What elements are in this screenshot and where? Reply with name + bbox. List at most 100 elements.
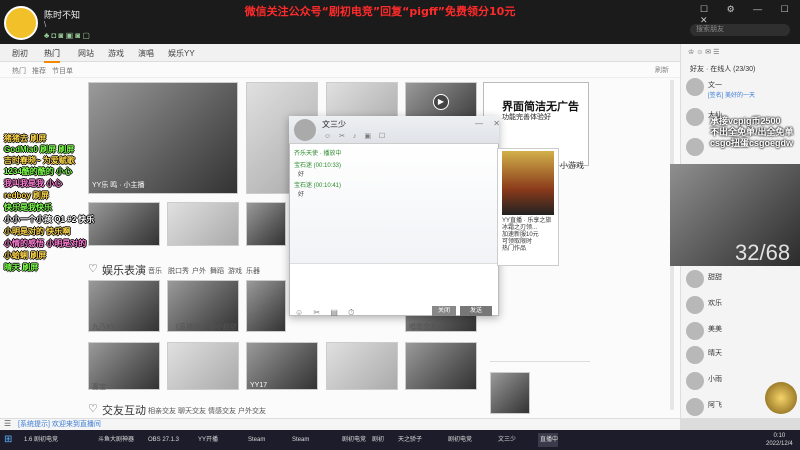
chat-close-button[interactable]: 关闭 (432, 306, 456, 316)
friend-name[interactable]: 美美 (708, 324, 722, 334)
overlay-chat-line: redboy 刷屏 (4, 191, 49, 200)
taskbar-item[interactable]: 剧初电竞 (340, 433, 366, 447)
friend-name[interactable]: 欢乐 (708, 298, 722, 308)
chat-message-meta: 齐乐天使 · 播放中 (294, 151, 342, 157)
live-thumbnail[interactable] (246, 280, 286, 332)
taskbar-item[interactable]: 斗鱼大剧神器 (96, 433, 134, 447)
side-tabs (490, 350, 590, 362)
friend-avatar[interactable] (686, 296, 704, 314)
category-link[interactable]: 游戏 (228, 266, 242, 276)
menu-icon[interactable]: ☰ (4, 419, 11, 428)
taskbar-item[interactable]: 剧初电竞 (446, 433, 472, 447)
overlay-chat-line: 小小一个小孩 Q1 #2 快乐 (4, 215, 95, 224)
category-link[interactable]: 户外 (192, 266, 206, 276)
live-thumbnail[interactable] (167, 342, 239, 390)
start-icon[interactable]: ⊞ (4, 433, 18, 447)
friend-avatar[interactable] (686, 270, 704, 288)
game-line: 冰霜之刃领... (502, 225, 538, 231)
chat-toolbar-icons[interactable]: ☺ ✂ ♪ ▣ ☐ (324, 132, 388, 140)
friend-avatar[interactable] (686, 346, 704, 364)
clock-time: 0:10 (773, 433, 786, 439)
thumbnail-caption: YY17 (250, 382, 268, 389)
chat-input-tools[interactable]: ☺ ✂ ▤ ⏱ (295, 308, 358, 318)
friends-header[interactable]: 好友 · 在线人 (23/30) (690, 64, 755, 74)
taskbar-item[interactable]: OBS 27.1.3 (146, 433, 179, 447)
overlay-chat-line: 小情的感悟 小明是对的 (4, 239, 87, 248)
heart-icon: ♡ (88, 403, 98, 415)
friend-name[interactable]: 阿飞 (708, 400, 722, 410)
sub-nav: 热门 推荐 节目单 (0, 62, 680, 78)
category-link[interactable]: 户外交友 (238, 406, 266, 416)
refresh-button[interactable]: 刷新 (655, 65, 669, 75)
chat-window-controls[interactable]: — ✕ (475, 119, 504, 128)
play-icon[interactable]: ▶ (433, 94, 449, 110)
panel-icons[interactable]: ♔ ☺ ✉ ☰ (688, 48, 719, 56)
category-link[interactable]: 音乐 (148, 266, 162, 276)
live-thumbnail[interactable] (88, 82, 238, 194)
taskbar-item-active[interactable]: 直播中 (538, 433, 559, 447)
tab-hot[interactable]: 热门 (44, 48, 60, 63)
friend-avatar[interactable] (686, 372, 704, 390)
chat-header[interactable] (289, 116, 499, 144)
system-clock[interactable]: 0:10 2022/12/4 (766, 432, 793, 448)
live-thumbnail[interactable] (405, 342, 477, 390)
guild-badge-icon[interactable] (765, 382, 797, 414)
chat-avatar[interactable] (294, 119, 316, 141)
friend-name[interactable]: 晴天 (708, 348, 722, 358)
category-link[interactable]: 相亲交友 (148, 406, 176, 416)
live-thumbnail[interactable] (167, 202, 239, 246)
chat-message-meta: 宝石迷 (00:10:41) (294, 183, 342, 189)
tab-site[interactable]: 网站 (78, 48, 94, 59)
friend-avatar[interactable] (686, 108, 704, 126)
tab-yy[interactable]: 娱乐YY (168, 48, 195, 59)
chat-send-button[interactable]: 发送 (460, 306, 492, 316)
category-link[interactable]: 舞蹈 (210, 266, 224, 276)
friend-name[interactable]: 小雨 (708, 374, 722, 384)
taskbar-item[interactable]: 剧初 (370, 433, 384, 447)
window-controls[interactable]: ☐ ⚙ — ☐ ✕ (700, 4, 800, 26)
overlay-chat-line: 快乐是我快乐 (4, 203, 52, 212)
category-link[interactable]: 乐器 (246, 266, 260, 276)
status-text[interactable]: [系统提示] 欢迎来到直播间 (18, 419, 101, 429)
taskbar-item[interactable]: Steam (246, 433, 265, 447)
taskbar-item[interactable]: 天之骄子 (396, 433, 422, 447)
status-bar (0, 418, 680, 430)
stream-overlay-text: 承接vcpig币2500 不出全免单/出全免单 csgo扭蛋csgoegdw (710, 116, 794, 149)
friend-name[interactable]: 甜甜 (708, 272, 722, 282)
section-entertainment: 娱乐表演 (102, 265, 146, 277)
friend-avatar[interactable] (686, 322, 704, 340)
section-interaction: 交友互动 (102, 405, 146, 417)
taskbar-item[interactable]: YY开播 (196, 433, 218, 447)
user-avatar[interactable] (4, 6, 38, 40)
taskbar-item[interactable]: 1.6 剧初电竞 (22, 433, 58, 447)
friend-avatar[interactable] (686, 398, 704, 416)
friend-avatar[interactable] (686, 78, 704, 96)
live-thumbnail[interactable] (88, 202, 160, 246)
friend-avatar[interactable] (686, 138, 704, 156)
live-thumbnail[interactable] (246, 202, 286, 246)
user-name[interactable]: 陈时不知 (44, 8, 80, 21)
subnav-hot[interactable]: 热门 (12, 66, 26, 76)
main-tabs: 剧初 热门 网站 游戏 演唱 娱乐YY (0, 44, 680, 63)
search-input[interactable]: 搜索朋友 (690, 24, 790, 36)
category-link[interactable]: 情感交友 (208, 406, 236, 416)
live-thumbnail[interactable] (490, 372, 530, 414)
category-link[interactable]: 脱口秀 (168, 266, 189, 276)
tab-sing[interactable]: 演唱 (138, 48, 154, 59)
subnav-schedule[interactable]: 节目单 (52, 66, 73, 76)
overlay-chat-line: 小蛤蜊 刷屏 (4, 251, 47, 260)
category-link[interactable]: 聊天交友 (178, 406, 206, 416)
overlay-chat-line: 猪猪去 刷屏 (4, 134, 47, 143)
tab-home[interactable]: 剧初 (12, 48, 28, 59)
subnav-recommend[interactable]: 推荐 (32, 66, 46, 76)
tab-game[interactable]: 游戏 (108, 48, 124, 59)
game-image[interactable] (502, 151, 554, 215)
live-thumbnail[interactable] (326, 342, 398, 390)
taskbar-item[interactable]: Steam (290, 433, 309, 447)
chat-message-meta: 宝石迷 (00:10:33) (294, 163, 342, 169)
friend-name[interactable]: 文一 (708, 80, 722, 90)
chat-input[interactable] (290, 263, 498, 303)
overlay-chat-line: 小明是对的 快乐啊 (4, 227, 71, 236)
taskbar-item[interactable]: 文三少 (496, 433, 516, 447)
user-badges: ♣ ◘ ◙ ▣ ◙ ▢ (44, 31, 90, 40)
